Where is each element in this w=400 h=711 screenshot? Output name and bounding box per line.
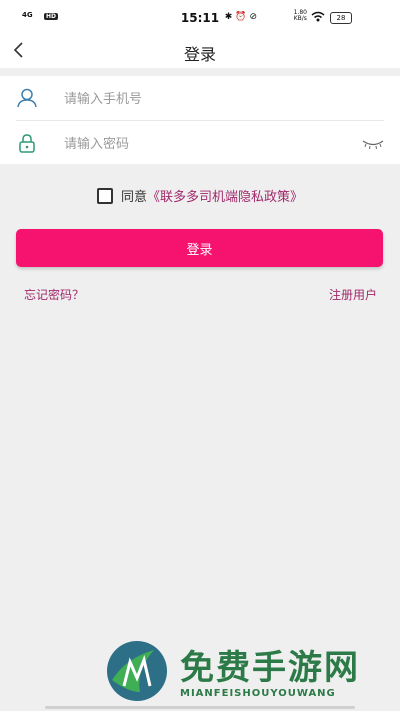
battery-icon: 28 [330,12,352,24]
agree-checkbox[interactable] [96,187,113,204]
agreement-row: 同意 《联多多司机端隐私政策》 [0,186,400,206]
password-input[interactable] [62,129,356,159]
user-icon [17,88,37,108]
watermark-title: 免费手游网 [180,648,360,688]
agree-label: 同意 [120,190,147,205]
header: 登录 [0,34,400,68]
forgot-password-link[interactable]: 忘记密码？ [24,286,84,303]
login-form [0,76,400,164]
phone-input[interactable] [62,84,356,114]
register-link[interactable]: 注册用户 [329,286,377,303]
status-icons: ✱⏰⊘ [224,12,260,22]
privacy-policy-link[interactable]: 《联多多司机端隐私政策》 [147,186,303,205]
watermark: 免费手游网 MIANFEISHOUYOUWANG [100,636,400,706]
status-bar: 4G HD 15:11 ✱⏰⊘ 1.80 KB/s 28 [0,0,400,34]
watermark-subtitle: MIANFEISHOUYOUWANG [180,688,336,699]
phone-row [16,76,384,120]
lock-icon [19,134,35,153]
net-speed: 1.80 KB/s [294,10,307,22]
home-indicator [45,706,355,709]
wifi-icon [311,11,325,22]
eye-closed-icon[interactable] [362,136,384,150]
page-title: 登录 [183,45,216,64]
net-speed-unit: KB/s [293,15,307,22]
login-button[interactable]: 登录 [16,229,383,267]
password-row [16,121,384,165]
watermark-logo-icon [107,641,167,701]
